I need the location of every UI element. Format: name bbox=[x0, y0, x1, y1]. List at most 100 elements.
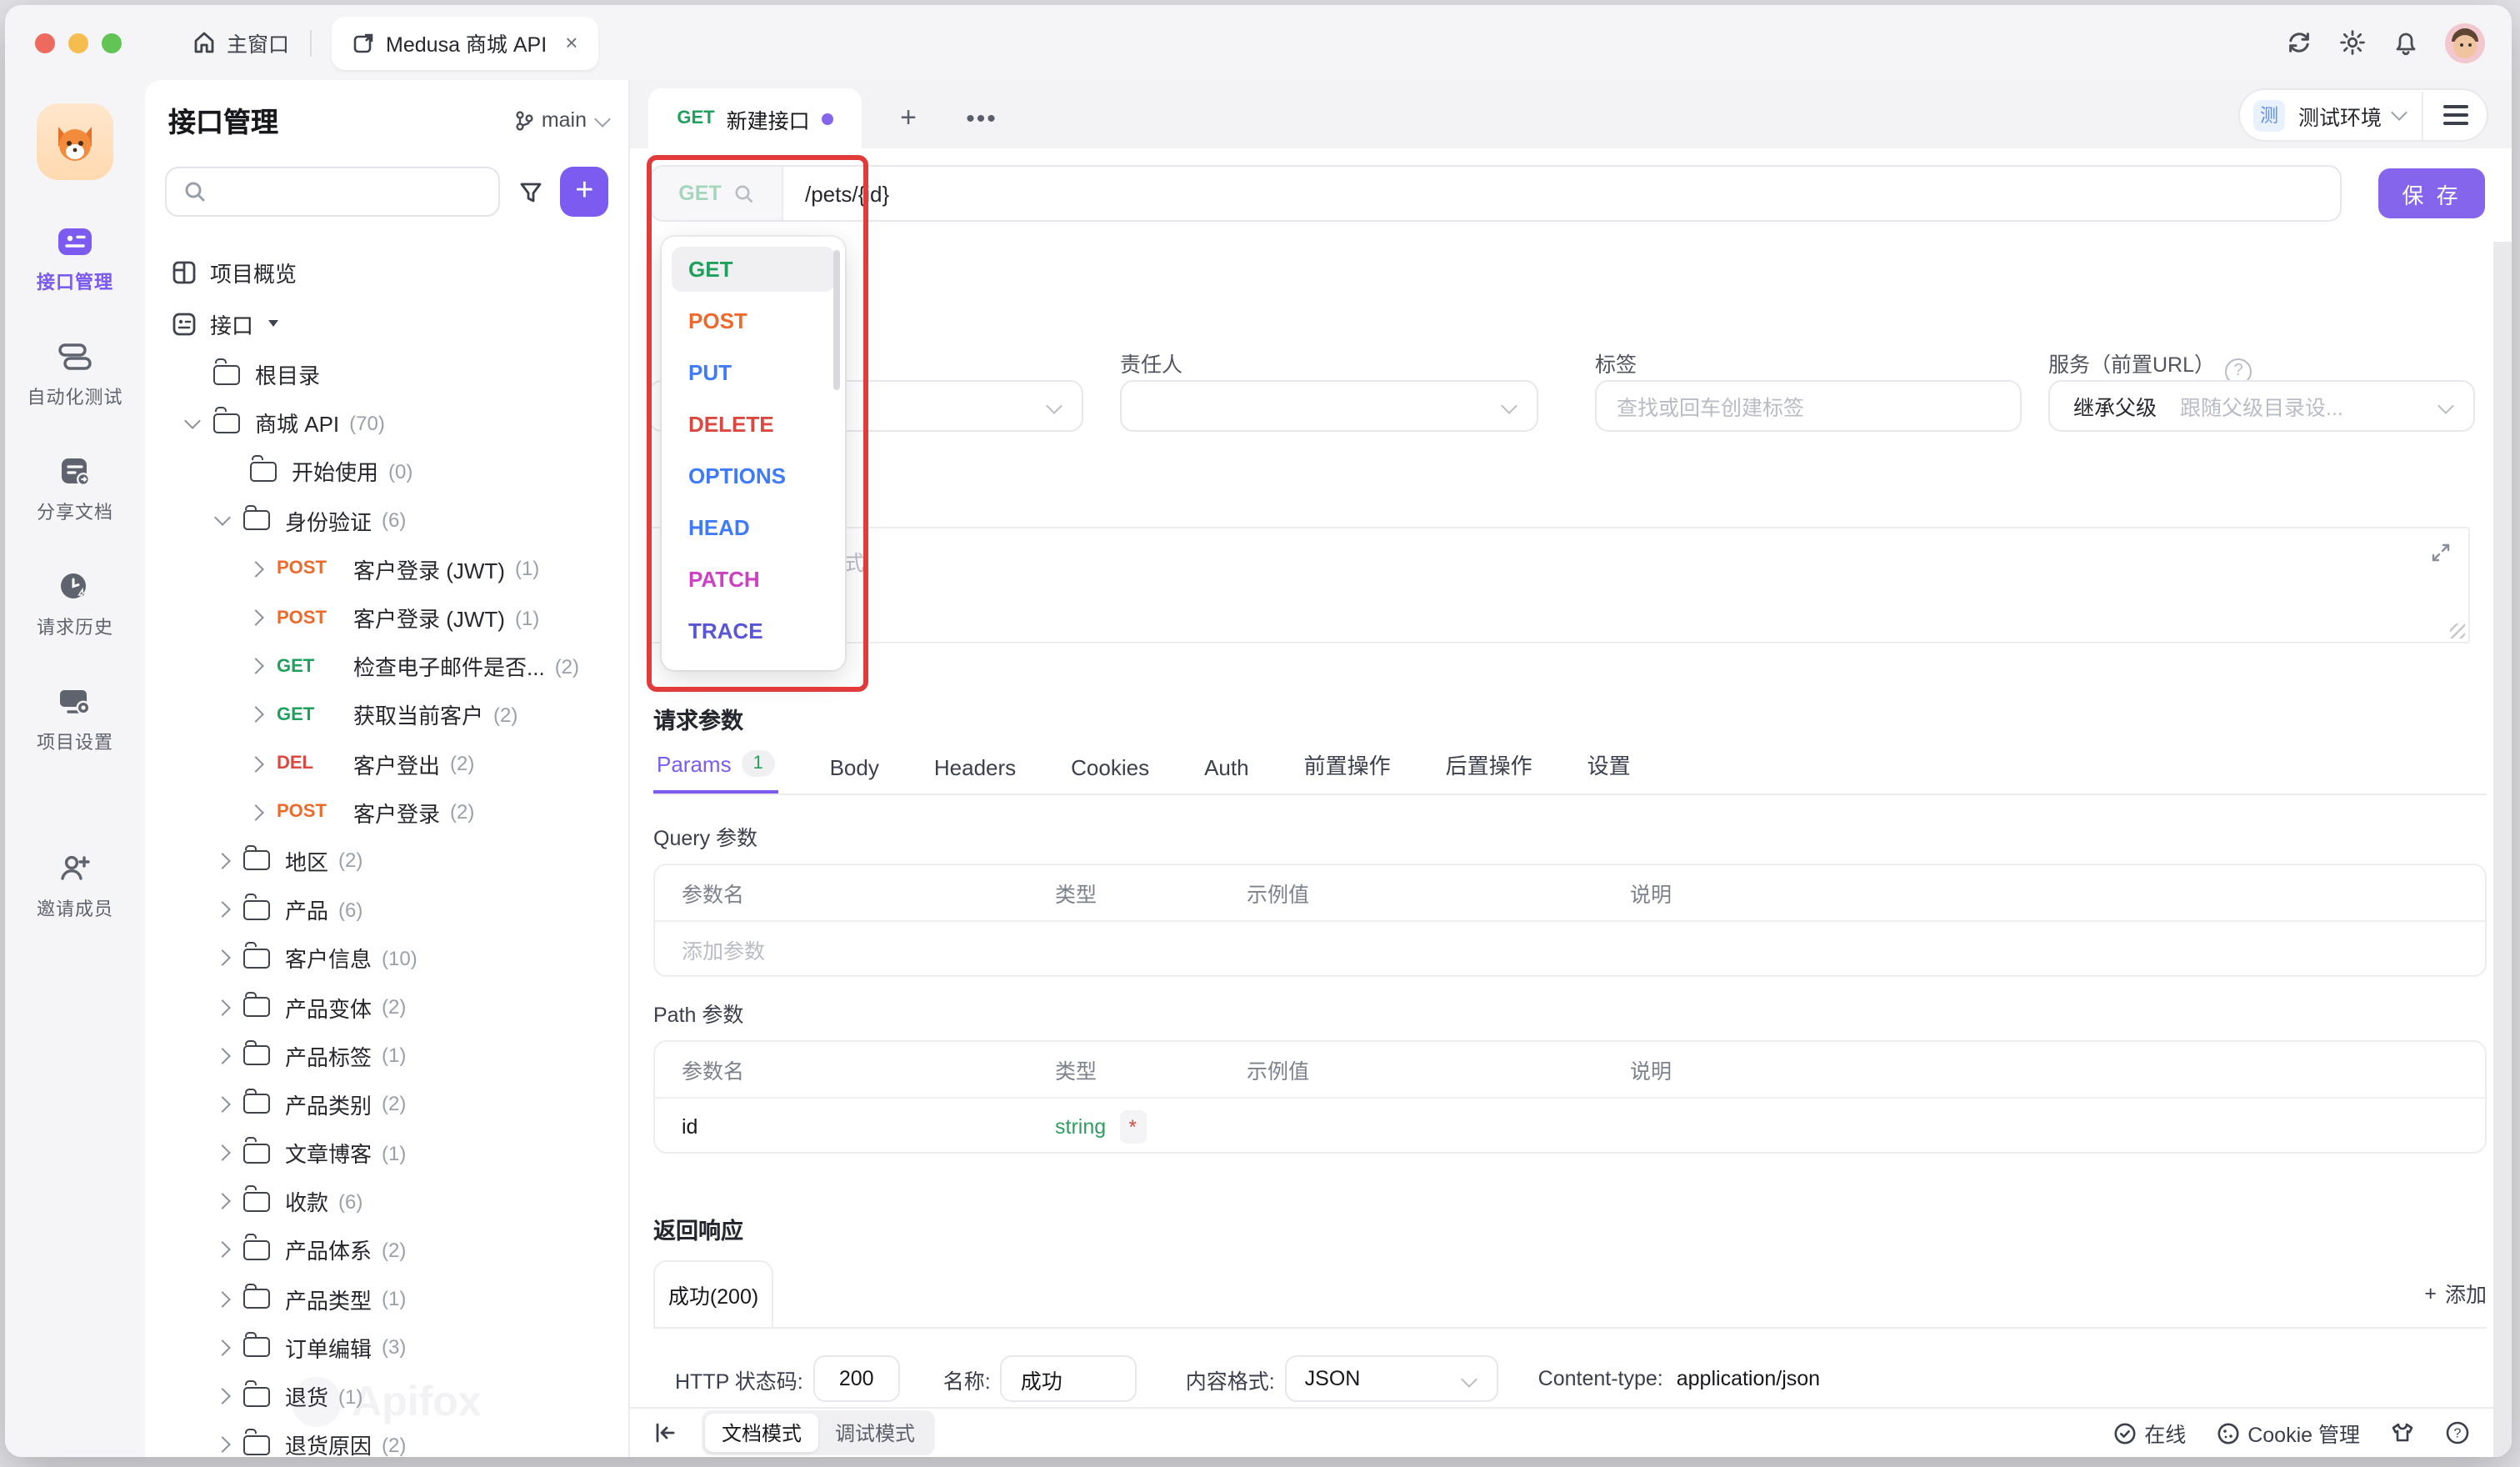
save-button[interactable]: 保 存 bbox=[2378, 168, 2485, 218]
method-option[interactable]: GET bbox=[662, 247, 845, 292]
rail-item-project-settings[interactable]: 项目设置 bbox=[37, 682, 113, 755]
rail-item-invite-members[interactable]: 邀请成员 bbox=[37, 849, 113, 922]
tab-headers[interactable]: Headers bbox=[931, 755, 1019, 794]
cookie-manager[interactable]: Cookie 管理 bbox=[2216, 1417, 2360, 1449]
tab-params[interactable]: Params 1 bbox=[653, 750, 778, 794]
tree-item[interactable]: 订单编辑 (3) bbox=[145, 1324, 628, 1372]
tree-item[interactable]: 收款 (6) bbox=[145, 1177, 628, 1225]
tree-item[interactable]: 产品变体 (2) bbox=[145, 983, 628, 1031]
sidebar-item-project-overview[interactable]: 项目概览 bbox=[145, 247, 628, 297]
tree-item[interactable]: 退货原因 (2) bbox=[145, 1420, 628, 1457]
url-bar[interactable]: GET /pets/{id} bbox=[650, 165, 2342, 222]
tree-item[interactable]: POST 客户登录 (2) bbox=[145, 788, 628, 836]
service-select[interactable]: 继承父级 跟随父级目录设... bbox=[2048, 380, 2475, 432]
chevron-icon[interactable] bbox=[248, 609, 264, 626]
chevron-icon[interactable] bbox=[214, 901, 231, 918]
owner-select[interactable] bbox=[1120, 380, 1538, 432]
tab-overflow-button[interactable]: ••• bbox=[957, 93, 1007, 143]
tab-auth[interactable]: Auth bbox=[1201, 755, 1252, 794]
doc-mode-button[interactable]: 文档模式 bbox=[705, 1414, 818, 1452]
collapse-sidebar-icon[interactable] bbox=[653, 1420, 678, 1445]
editor-tab-new-api[interactable]: GET 新建接口 bbox=[648, 88, 862, 148]
chevron-icon[interactable] bbox=[214, 1290, 231, 1307]
chevron-icon[interactable] bbox=[214, 1437, 231, 1454]
tree-item[interactable]: 产品类型 (1) bbox=[145, 1274, 628, 1323]
table-row[interactable]: id string* bbox=[655, 1099, 2485, 1154]
rail-item-api-management[interactable]: 接口管理 bbox=[37, 222, 113, 295]
search-input[interactable] bbox=[165, 167, 499, 217]
tab-pre-actions[interactable]: 前置操作 bbox=[1301, 749, 1394, 794]
chevron-icon[interactable] bbox=[248, 658, 264, 675]
tags-input[interactable]: 查找或回车创建标签 bbox=[1595, 380, 2022, 432]
chevron-icon[interactable] bbox=[248, 804, 264, 821]
branch-selector[interactable]: main bbox=[513, 108, 608, 132]
online-status[interactable]: 在线 bbox=[2112, 1417, 2186, 1449]
close-tab-icon[interactable]: × bbox=[565, 30, 578, 55]
chevron-icon[interactable] bbox=[214, 509, 231, 526]
sidebar-item-interfaces[interactable]: 接口 bbox=[145, 297, 628, 350]
add-api-button[interactable]: + bbox=[561, 167, 608, 217]
traffic-lights[interactable] bbox=[35, 33, 122, 53]
chevron-icon[interactable] bbox=[214, 1144, 231, 1161]
chevron-icon[interactable] bbox=[214, 1242, 231, 1259]
param-name[interactable]: id bbox=[655, 1114, 1055, 1138]
chevron-icon[interactable] bbox=[214, 950, 231, 967]
method-option[interactable]: OPTIONS bbox=[662, 453, 845, 498]
refresh-icon[interactable] bbox=[2285, 28, 2313, 57]
chevron-icon[interactable] bbox=[214, 1096, 231, 1113]
tab-post-actions[interactable]: 后置操作 bbox=[1442, 749, 1536, 794]
chevron-icon[interactable] bbox=[214, 1339, 231, 1356]
tree-item[interactable]: POST 客户登录 (JWT) (1) bbox=[145, 593, 628, 642]
new-tab-button[interactable]: + bbox=[883, 93, 933, 143]
add-response-button[interactable]: +添加 bbox=[2424, 1277, 2487, 1309]
content-format-select[interactable]: JSON bbox=[1285, 1355, 1498, 1402]
method-option[interactable]: POST bbox=[662, 298, 845, 343]
help-icon[interactable]: ? bbox=[2445, 1420, 2470, 1445]
chevron-icon[interactable] bbox=[248, 561, 264, 578]
tree-item[interactable]: 退货 (1) bbox=[145, 1372, 628, 1420]
close-window-button[interactable] bbox=[35, 33, 55, 53]
tree-item[interactable]: POST 客户登录 (JWT) (1) bbox=[145, 545, 628, 593]
method-option[interactable]: PUT bbox=[662, 350, 845, 395]
chevron-icon[interactable] bbox=[214, 1194, 231, 1210]
tree-item[interactable]: 产品类别 (2) bbox=[145, 1080, 628, 1129]
chevron-icon[interactable] bbox=[248, 707, 264, 723]
zoom-window-button[interactable] bbox=[102, 33, 122, 53]
chevron-icon[interactable] bbox=[184, 413, 201, 429]
chevron-icon[interactable] bbox=[214, 853, 231, 869]
tree-item[interactable]: DEL 客户登出 (2) bbox=[145, 739, 628, 788]
user-avatar[interactable] bbox=[2445, 23, 2485, 63]
tree-item[interactable]: 身份验证 (6) bbox=[145, 496, 628, 544]
method-option[interactable]: PATCH bbox=[662, 557, 845, 602]
scrollbar[interactable] bbox=[2493, 242, 2512, 1457]
tree-item[interactable]: 客户信息 (10) bbox=[145, 934, 628, 983]
settings-gear-icon[interactable] bbox=[2338, 28, 2367, 57]
tab-body[interactable]: Body bbox=[827, 755, 882, 794]
rail-item-automated-testing[interactable]: 自动化测试 bbox=[28, 337, 123, 410]
filter-button[interactable] bbox=[509, 170, 551, 213]
minimize-window-button[interactable] bbox=[68, 33, 88, 53]
project-tab[interactable]: Medusa 商城 API × bbox=[331, 16, 598, 69]
tree-item[interactable]: 地区 (2) bbox=[145, 837, 628, 885]
env-menu-button[interactable] bbox=[2423, 105, 2487, 126]
chevron-icon[interactable] bbox=[214, 999, 231, 1015]
add-param-row[interactable]: 添加参数 bbox=[655, 922, 2485, 977]
tree-item[interactable]: 根目录 bbox=[145, 350, 628, 398]
param-type[interactable]: string bbox=[1055, 1114, 1106, 1138]
chevron-icon[interactable] bbox=[248, 755, 264, 772]
tree-item[interactable]: 产品体系 (2) bbox=[145, 1226, 628, 1274]
tree-item[interactable]: GET 检查电子邮件是否... (2) bbox=[145, 642, 628, 690]
environment-selector[interactable]: 测 测试环境 bbox=[2238, 88, 2488, 142]
resize-handle[interactable] bbox=[2450, 623, 2465, 638]
expand-icon[interactable] bbox=[2430, 542, 2452, 563]
theme-shirt-icon[interactable] bbox=[2390, 1420, 2415, 1445]
tree-item[interactable]: 商城 API (70) bbox=[145, 398, 628, 447]
method-select[interactable]: GET bbox=[652, 167, 783, 220]
dropdown-scrollbar[interactable] bbox=[833, 250, 840, 390]
method-option[interactable]: DELETE bbox=[662, 402, 845, 447]
tree-item[interactable]: GET 获取当前客户 (2) bbox=[145, 691, 628, 739]
url-path-input[interactable]: /pets/{id} bbox=[805, 181, 889, 206]
tree-item[interactable]: 文章博客 (1) bbox=[145, 1129, 628, 1177]
tree-item[interactable]: 产品 (6) bbox=[145, 885, 628, 934]
tab-settings[interactable]: 设置 bbox=[1584, 749, 1634, 794]
